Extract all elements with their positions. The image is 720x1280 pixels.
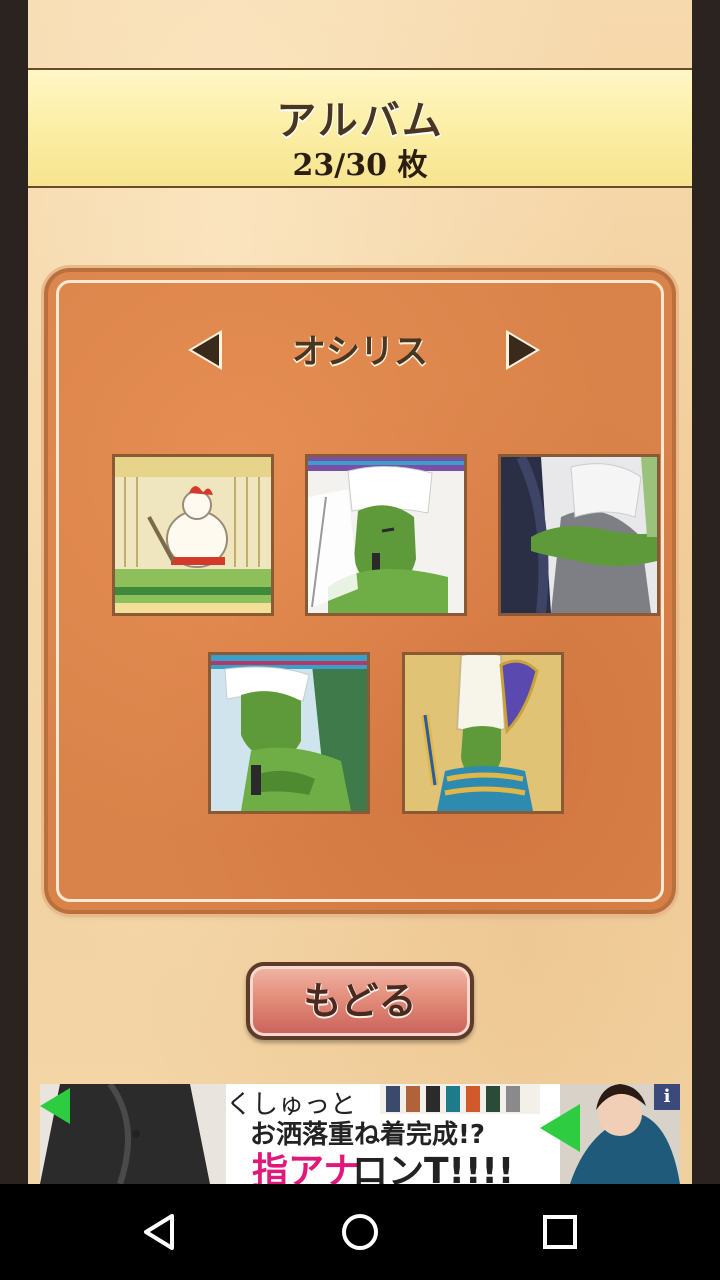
osiris-leaning-thumbnail (211, 655, 367, 811)
recents-square-icon (543, 1215, 577, 1249)
nav-back-button[interactable] (136, 1208, 184, 1256)
ad-line-3-highlight: 指アナ (252, 1151, 360, 1184)
album-thumbnail-3[interactable] (498, 454, 660, 616)
system-navigation-bar (0, 1184, 720, 1280)
back-triangle-icon (144, 1214, 174, 1250)
nav-recents-button[interactable] (536, 1208, 584, 1256)
page-title: アルバム (276, 98, 444, 144)
album-header: アルバム 23/30 枚 (28, 68, 692, 188)
album-thumbnail-2[interactable] (305, 454, 467, 616)
osiris-pharaoh-thumbnail (405, 655, 561, 811)
rooster-in-palace-thumbnail (115, 457, 271, 613)
osiris-profile-thumbnail (308, 457, 464, 613)
album-thumbnail-5[interactable] (402, 652, 564, 814)
god-name: オシリス (292, 332, 428, 372)
album-thumbnail-4[interactable] (208, 652, 370, 814)
album-count: 23/30 枚 (292, 148, 428, 183)
back-button-label: もどる (303, 979, 417, 1023)
triangle-left-icon (188, 330, 222, 370)
ad-banner[interactable]: くしゅっと お洒落重ね着完成!? 指アナ ロンT!!!! i (40, 1084, 680, 1184)
album-thumbnail-1[interactable] (112, 454, 274, 616)
ad-line-3: ロンT!!!! (352, 1151, 515, 1184)
album-screen: アルバム 23/30 枚 オシリス もどる くしゅっと お洒落重ね着完成!? 指… (28, 0, 692, 1184)
embrace-thumbnail (501, 457, 657, 613)
album-panel: オシリス (48, 272, 672, 910)
prev-god-button[interactable] (184, 328, 228, 372)
back-button[interactable]: もどる (246, 962, 474, 1040)
triangle-right-icon (506, 330, 540, 370)
ad-info-icon[interactable]: i (654, 1084, 680, 1110)
nav-home-button[interactable] (336, 1208, 384, 1256)
home-circle-icon (342, 1214, 378, 1250)
next-god-button[interactable] (500, 328, 544, 372)
